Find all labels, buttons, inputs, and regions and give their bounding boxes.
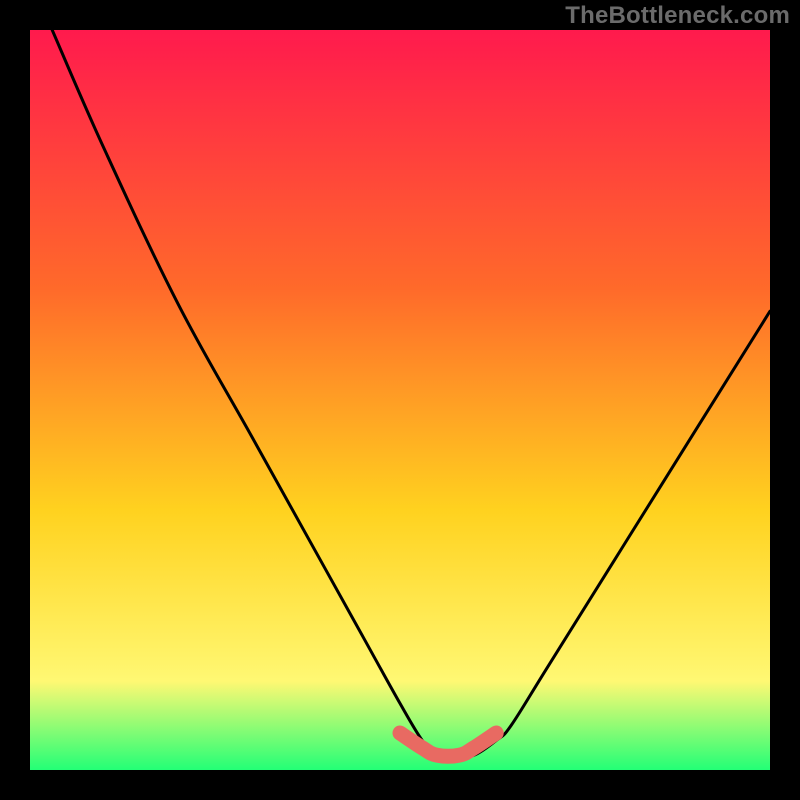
chart-plot-area xyxy=(30,30,770,770)
chart-frame: TheBottleneck.com xyxy=(0,0,800,800)
watermark-text: TheBottleneck.com xyxy=(565,2,790,30)
chart-background-gradient xyxy=(30,30,770,770)
chart-svg xyxy=(30,30,770,770)
